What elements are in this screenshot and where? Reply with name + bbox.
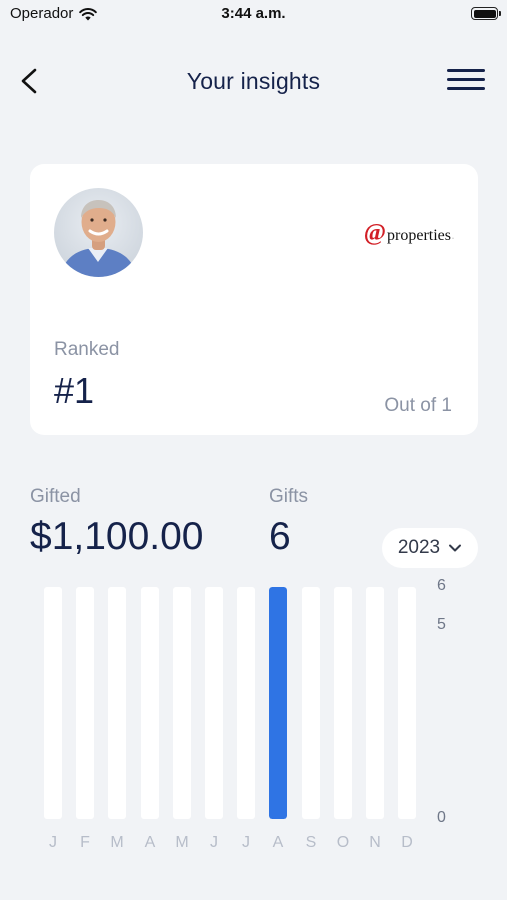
bar-track [366, 587, 384, 819]
gifts-label: Gifts [269, 486, 309, 507]
x-tick-label: M [110, 834, 124, 851]
status-bar: Operador 3:44 a.m. [0, 0, 507, 28]
brand-logo-name: properties [387, 227, 451, 244]
rank-out-of: Out of 1 [384, 395, 452, 416]
gifted-value: $1,100.00 [30, 515, 204, 558]
bar-track [108, 587, 126, 819]
x-tick-label: D [401, 834, 413, 851]
y-tick-label: 6 [437, 577, 446, 594]
x-tick-label: J [49, 834, 57, 851]
year-select-value: 2023 [397, 537, 441, 558]
bar-track [141, 587, 159, 819]
x-tick-label: F [80, 834, 90, 851]
bar[interactable] [269, 587, 287, 819]
x-tick-label: J [210, 834, 218, 851]
status-time: 3:44 a.m. [221, 5, 286, 22]
bar-track [398, 587, 416, 819]
x-tick-label: S [305, 834, 317, 851]
bar-track [269, 587, 287, 819]
hamburger-menu-icon [447, 69, 485, 90]
brand-logo: @ properties · [364, 220, 454, 247]
nav-header: Your insights [0, 56, 507, 106]
bar-track [237, 587, 255, 819]
gifted-label: Gifted [30, 486, 81, 507]
year-select[interactable]: 2023 [382, 528, 478, 568]
battery-level [473, 9, 496, 18]
bar-track [205, 587, 223, 819]
rank-label: Ranked [54, 339, 120, 360]
avatar-photo [60, 200, 137, 277]
bar-track [76, 587, 94, 819]
avatar [54, 188, 143, 277]
bar-track [302, 587, 320, 819]
menu-button[interactable] [447, 69, 485, 93]
chevron-down-icon [449, 544, 462, 552]
x-tick-label: N [369, 834, 381, 851]
brand-logo-at: @ [363, 220, 387, 246]
x-tick-label: O [336, 834, 350, 851]
bar-track [44, 587, 62, 819]
y-tick-label: 0 [437, 809, 446, 826]
battery-icon [471, 7, 501, 20]
gifts-value: 6 [269, 515, 291, 558]
y-tick-label: 5 [437, 615, 446, 633]
rank-value: #1 [54, 370, 95, 411]
rank-card: @ properties · Ranked #1 Out of 1 [30, 164, 478, 435]
x-tick-label: J [242, 834, 250, 851]
x-tick-label: A [144, 834, 156, 851]
monthly-gifts-chart: J F M A M J J A S O N D 6 5 0 [0, 570, 507, 870]
bar-track [173, 587, 191, 819]
page-title: Your insights [186, 68, 321, 94]
x-tick-label: M [175, 834, 189, 851]
x-tick-label: A [272, 834, 284, 851]
bar-track [334, 587, 352, 819]
brand-logo-mark: · [452, 236, 454, 242]
